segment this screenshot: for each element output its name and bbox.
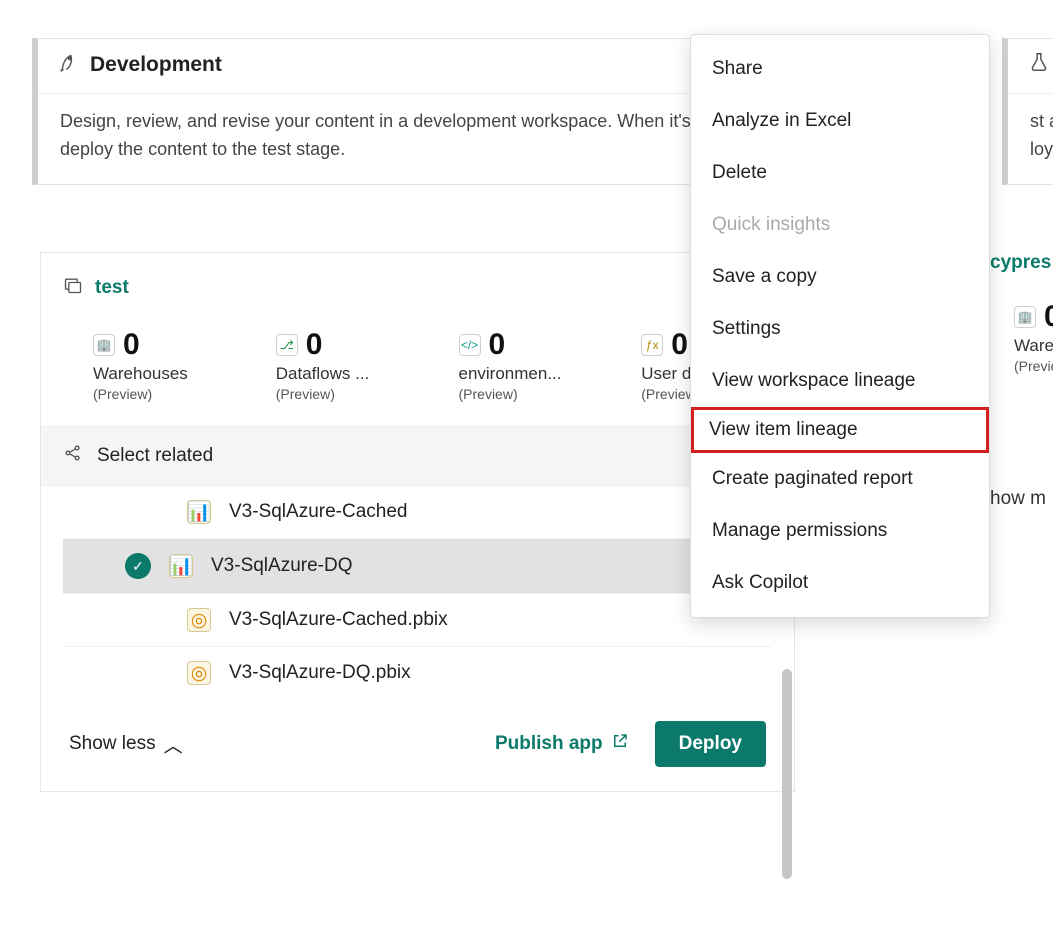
list-item[interactable]: ✓ 📊 V3-SqlAzure-DQ ⋮ xyxy=(63,539,772,594)
chevron-up-icon: ︿ xyxy=(164,731,183,758)
workspace-icon xyxy=(63,275,83,300)
stat-warehouses: 🏢 0 Warehouses (Preview) xyxy=(93,328,206,402)
stat-label: Wareh xyxy=(1014,336,1053,356)
list-item[interactable]: ◎ V3-SqlAzure-Cached.pbix xyxy=(63,594,772,647)
cm-save-copy[interactable]: Save a copy xyxy=(691,251,989,303)
cm-settings[interactable]: Settings xyxy=(691,303,989,355)
pbix-icon: ◎ xyxy=(187,661,211,685)
stat-label: Dataflows ... xyxy=(276,364,389,384)
peek-workspace-name[interactable]: cypres xyxy=(990,252,1053,300)
show-less-toggle[interactable]: Show less ︿ xyxy=(69,731,183,758)
cm-delete[interactable]: Delete xyxy=(691,147,989,199)
stat-label: Warehouses xyxy=(93,364,206,384)
stage-card-test: Test st and ve loy the xyxy=(1002,38,1053,185)
cm-quick-insights: Quick insights xyxy=(691,199,989,251)
context-menu: Share Analyze in Excel Delete Quick insi… xyxy=(690,34,990,618)
show-less-label: Show less xyxy=(69,733,156,755)
workspace-name[interactable]: test xyxy=(95,277,129,299)
stat-environments: </> 0 environmen... (Preview) xyxy=(459,328,572,402)
item-name: V3-SqlAzure-DQ xyxy=(211,555,353,577)
scrollbar-thumb[interactable] xyxy=(782,669,792,879)
deploy-button[interactable]: Deploy xyxy=(655,721,766,767)
dataflow-icon: ⎇ xyxy=(276,334,298,356)
select-related-bar: Select related ✕ 1 s xyxy=(41,426,794,486)
cm-manage-permissions[interactable]: Manage permissions xyxy=(691,505,989,557)
item-name: V3-SqlAzure-Cached.pbix xyxy=(229,609,448,631)
stat-label: environmen... xyxy=(459,364,572,384)
stat-preview: (Preview) xyxy=(459,386,572,402)
stat-dataflows: ⎇ 0 Dataflows ... (Preview) xyxy=(276,328,389,402)
related-icon xyxy=(63,443,83,469)
publish-app-link[interactable]: Publish app xyxy=(495,732,629,756)
stat-row: 🏢 0 Warehouses (Preview) ⎇ 0 Dataflows .… xyxy=(41,310,794,426)
environment-icon: </> xyxy=(459,334,481,356)
list-item[interactable]: 📊 V3-SqlAzure-Cached xyxy=(63,486,772,539)
dataset-icon: 📊 xyxy=(169,554,193,578)
item-name: V3-SqlAzure-Cached xyxy=(229,501,407,523)
item-name: V3-SqlAzure-DQ.pbix xyxy=(229,662,411,684)
cm-analyze-excel[interactable]: Analyze in Excel xyxy=(691,95,989,147)
cm-create-paginated-report[interactable]: Create paginated report xyxy=(691,453,989,505)
stat-count: 0 xyxy=(489,328,506,362)
pbix-icon: ◎ xyxy=(187,608,211,632)
workspace-header: test xyxy=(41,253,794,310)
dataset-icon: 📊 xyxy=(187,500,211,524)
cm-share[interactable]: Share xyxy=(691,43,989,95)
peek-stat: 🏢 0 Wareh (Previe xyxy=(1014,300,1053,374)
flask-icon xyxy=(1028,51,1050,79)
open-external-icon xyxy=(611,732,629,756)
next-workspace-peek: cypres 🏢 0 Wareh (Previe how m xyxy=(990,252,1053,374)
select-related-label[interactable]: Select related xyxy=(97,445,213,467)
stat-count: 0 xyxy=(306,328,323,362)
list-item[interactable]: ◎ V3-SqlAzure-DQ.pbix xyxy=(63,647,772,699)
peek-show-more[interactable]: how m xyxy=(990,488,1046,510)
cm-ask-copilot[interactable]: Ask Copilot xyxy=(691,557,989,609)
check-icon: ✓ xyxy=(125,553,151,579)
workspace-footer: Show less ︿ Publish app Deploy xyxy=(41,699,794,791)
stat-preview: (Preview) xyxy=(276,386,389,402)
rocket-icon xyxy=(58,51,80,79)
item-list: 📊 V3-SqlAzure-Cached ✓ 📊 V3-SqlAzure-DQ … xyxy=(41,486,794,699)
stat-count: 0 xyxy=(123,328,140,362)
stat-count: 0 xyxy=(1044,300,1053,334)
stage-desc-test: st and ve loy the xyxy=(1008,94,1053,184)
warehouse-icon: 🏢 xyxy=(1014,306,1036,328)
stat-preview: (Previe xyxy=(1014,358,1053,374)
publish-label: Publish app xyxy=(495,733,603,755)
stat-count: 0 xyxy=(671,328,688,362)
workspace-card: test 🏢 0 Warehouses (Preview) ⎇ 0 Datafl… xyxy=(40,252,795,792)
warehouse-icon: 🏢 xyxy=(93,334,115,356)
cm-view-workspace-lineage[interactable]: View workspace lineage xyxy=(691,355,989,407)
stage-title-development: Development xyxy=(90,53,222,77)
stat-preview: (Preview) xyxy=(93,386,206,402)
stage-header-test: Test xyxy=(1008,39,1053,94)
cm-view-item-lineage[interactable]: View item lineage xyxy=(691,407,989,453)
user-data-icon: ƒx xyxy=(641,334,663,356)
